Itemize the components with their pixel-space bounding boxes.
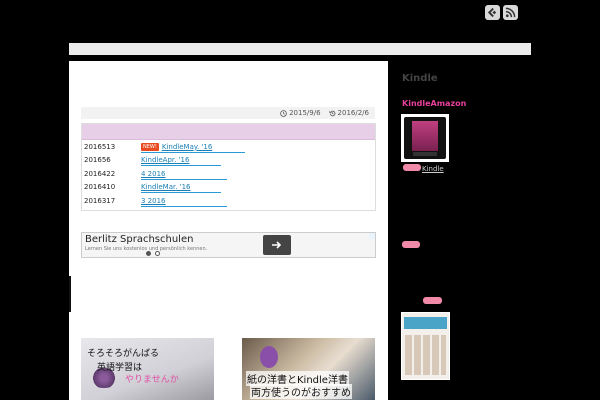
news-underline xyxy=(141,165,221,166)
news-underline xyxy=(141,178,227,180)
carousel-dot[interactable] xyxy=(146,251,151,256)
related-thumbnail[interactable]: そろそろがんばる 英語学習は やりませんか xyxy=(81,338,214,400)
news-link[interactable]: KindleMay. '16 xyxy=(162,143,212,151)
news-underline xyxy=(141,192,221,193)
updated-date-text: 2016/2/6 xyxy=(337,109,369,117)
pink-tag xyxy=(403,164,421,171)
new-badge: NEW! xyxy=(141,142,159,151)
book-cover-image[interactable] xyxy=(401,312,450,380)
rss-icon[interactable] xyxy=(503,5,518,20)
news-row: 2016513 NEW! KindleMay. '16 xyxy=(82,140,375,154)
article-dates: 2015/9/6 2016/2/6 xyxy=(81,107,375,119)
history-icon xyxy=(329,110,335,116)
feedly-icon[interactable] xyxy=(485,5,500,20)
thumbnail-text: やりませんか xyxy=(125,375,179,385)
news-link[interactable]: 4 2016 xyxy=(141,170,166,178)
news-date: 2016410 xyxy=(84,183,116,192)
pink-tag xyxy=(402,241,420,248)
sidebar-title: Kindle xyxy=(402,73,438,84)
ad-title: Berlitz Sprachschulen xyxy=(85,234,194,245)
news-box: 2016513 NEW! KindleMay. '16 201656 Kindl… xyxy=(81,123,376,211)
updated-date: 2016/2/6 xyxy=(329,109,369,117)
ad-arrow-button[interactable] xyxy=(263,235,291,255)
arrow-right-icon xyxy=(272,241,282,249)
news-link[interactable]: KindleMar. '16 xyxy=(141,183,191,191)
sidebar-subtitle: KindleAmazon xyxy=(402,99,467,108)
header-icons xyxy=(485,5,518,20)
thumbnail-text: そろそろがんばる xyxy=(87,349,160,359)
news-row: 2016410 KindleMar. '16 xyxy=(82,181,375,195)
published-date-text: 2015/9/6 xyxy=(289,109,321,117)
divider xyxy=(69,276,71,312)
nav-bar xyxy=(69,43,531,55)
kindle-link[interactable]: Kindle xyxy=(422,165,444,173)
news-row: 2016422 4 2016 xyxy=(82,167,375,181)
news-row: 201656 KindleApr. '16 xyxy=(82,154,375,168)
news-header xyxy=(82,124,375,140)
news-date: 201656 xyxy=(84,156,111,165)
carousel-dot[interactable] xyxy=(155,251,160,256)
flower-image xyxy=(260,346,278,368)
main-content: 2015/9/6 2016/2/6 2016513 NEW! KindleMay… xyxy=(69,61,388,400)
ad-choices-icon[interactable] xyxy=(369,233,375,239)
news-link[interactable]: 3 2016 xyxy=(141,197,166,205)
kindle-product-image[interactable] xyxy=(401,114,449,162)
news-date: 2016422 xyxy=(84,169,116,178)
news-link[interactable]: KindleApr. '16 xyxy=(141,156,189,164)
news-row: 2016317 3 2016 xyxy=(82,194,375,208)
published-date: 2015/9/6 xyxy=(280,109,321,117)
pink-tag xyxy=(423,297,442,304)
news-date: 2016317 xyxy=(84,196,116,205)
thumbnail-text: 両方使うのがおすすめ xyxy=(250,384,352,399)
related-thumbnail[interactable]: 紙の洋書とKindle洋書 両方使うのがおすすめ xyxy=(242,338,375,400)
carousel-dots xyxy=(146,251,160,256)
news-underline xyxy=(141,205,227,207)
page: 2015/9/6 2016/2/6 2016513 NEW! KindleMay… xyxy=(0,0,600,400)
news-date: 2016513 xyxy=(84,142,116,151)
news-underline xyxy=(141,151,245,153)
ad-banner[interactable]: Berlitz Sprachschulen Lernen Sie uns kos… xyxy=(81,232,376,258)
clock-icon xyxy=(280,109,287,117)
